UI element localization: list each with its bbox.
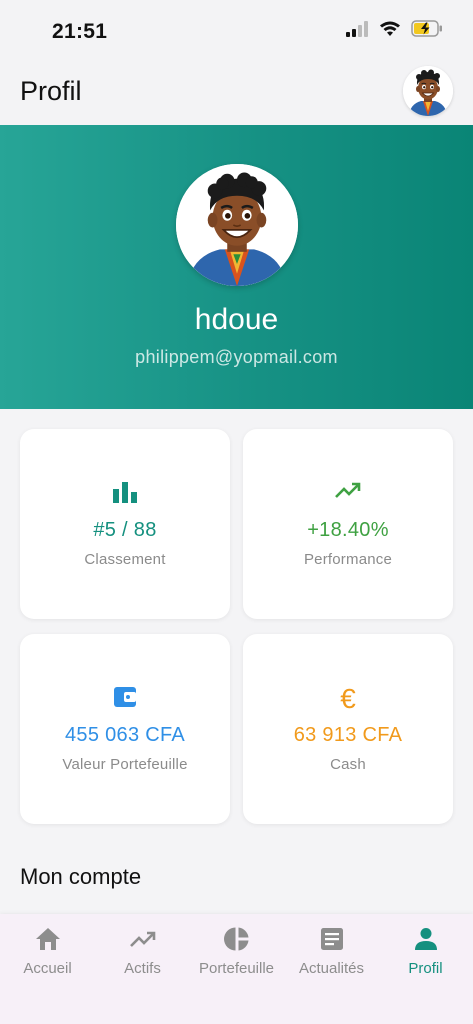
euro-icon: €	[340, 683, 356, 714]
app-header: Profil	[0, 62, 473, 125]
performance-value: +18.40%	[307, 519, 389, 541]
tab-accueil[interactable]: Accueil	[0, 926, 95, 986]
trending-up-icon	[335, 482, 361, 498]
wallet-icon	[114, 687, 136, 707]
stat-card-cash[interactable]: € 63 913 CFA Cash	[243, 634, 453, 824]
wifi-icon	[380, 21, 400, 36]
avatar-illustration	[176, 164, 298, 286]
tab-actifs[interactable]: Actifs	[95, 926, 190, 986]
cash-value: 63 913 CFA	[293, 724, 403, 746]
signal-icon	[346, 20, 368, 37]
bar-chart-icon	[113, 482, 137, 503]
person-icon	[414, 928, 437, 950]
cash-label: Cash	[330, 756, 366, 773]
portfolio-value: 455 063 CFA	[64, 724, 186, 746]
profile-hero: hdoue philippem@yopmail.com	[0, 125, 473, 409]
avatar-illustration	[403, 66, 453, 116]
home-icon	[35, 928, 60, 950]
portfolio-value-label: Valeur Portefeuille	[62, 756, 188, 773]
stat-card-performance[interactable]: +18.40% Performance	[243, 429, 453, 619]
article-icon	[320, 928, 343, 950]
tab-actualites[interactable]: Actualités	[284, 926, 379, 986]
status-bar: 21:51	[0, 0, 473, 62]
performance-label: Performance	[303, 551, 393, 568]
profile-name: hdoue	[194, 303, 279, 336]
ranking-label: Classement	[84, 551, 166, 568]
tab-label: Accueil	[23, 960, 72, 977]
battery-charging-icon	[411, 20, 442, 37]
profile-content: #5 / 88 Classement +18.40% Performance 4…	[0, 409, 473, 919]
tab-label: Portefeuille	[198, 960, 275, 977]
pie-chart-icon	[223, 927, 248, 951]
profile-email: philippem@yopmail.com	[135, 347, 338, 367]
ranking-value: #5 / 88	[93, 519, 157, 541]
tab-label: Actifs	[124, 960, 161, 977]
tab-profil[interactable]: Profil	[378, 926, 473, 986]
header-avatar[interactable]	[403, 66, 453, 116]
stat-card-ranking[interactable]: #5 / 88 Classement	[20, 429, 230, 619]
section-title-account: Mon compte	[20, 864, 142, 889]
status-time: 21:51	[52, 20, 108, 43]
trending-up-icon	[129, 931, 155, 947]
page-title: Profil	[20, 76, 82, 106]
tab-portefeuille[interactable]: Portefeuille	[189, 926, 284, 986]
tab-label: Actualités	[298, 960, 365, 977]
status-icons	[345, 20, 443, 37]
bottom-tab-bar: Accueil Actifs Portefeuille Actualités P…	[0, 914, 473, 1024]
tab-label: Profil	[408, 960, 443, 977]
profile-avatar[interactable]	[176, 164, 298, 286]
stat-card-portfolio-value[interactable]: 455 063 CFA Valeur Portefeuille	[20, 634, 230, 824]
